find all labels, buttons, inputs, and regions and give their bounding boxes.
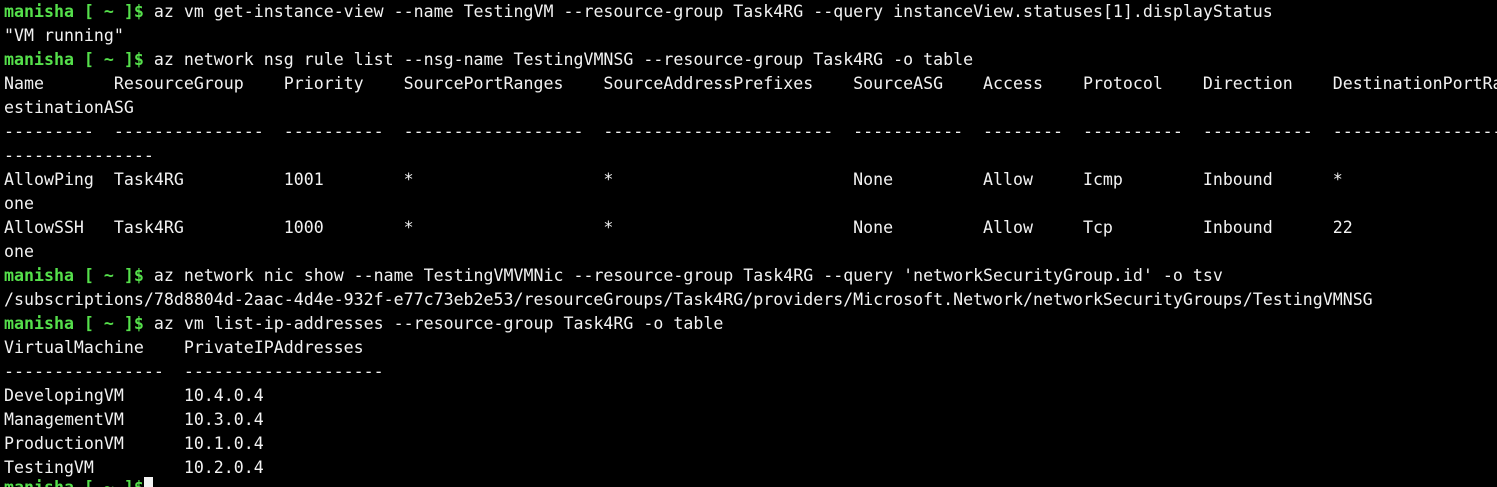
prompt-user: manisha	[4, 2, 74, 21]
terminal-output: manisha [ ~ ]$ az vm get-instance-view -…	[4, 0, 1497, 480]
prompt-user: manisha	[4, 478, 74, 487]
prompt-path: [ ~ ]$	[73, 2, 144, 21]
command-line: manisha [ ~ ]$ az vm get-instance-view -…	[4, 0, 1497, 24]
text-cursor	[143, 477, 153, 487]
prompt-path: [ ~ ]$	[73, 50, 144, 69]
command-text: az network nsg rule list --nsg-name Test…	[143, 50, 974, 69]
output-line: AllowPing Task4RG 1001 * * None Allow Ic…	[4, 168, 1497, 192]
output-line: ProductionVM 10.1.0.4	[4, 432, 1497, 456]
output-text: DevelopingVM 10.4.0.4	[4, 386, 264, 405]
terminal-window[interactable]: manisha [ ~ ]$ az vm get-instance-view -…	[0, 0, 1497, 487]
output-line: ManagementVM 10.3.0.4	[4, 408, 1497, 432]
output-text: /subscriptions/78d8804d-2aac-4d4e-932f-e…	[4, 290, 1373, 309]
command-line: manisha [ ~ ]$ az network nsg rule list …	[4, 48, 1497, 72]
output-line: Name ResourceGroup Priority SourcePortRa…	[4, 72, 1497, 96]
output-text: "VM running"	[4, 26, 124, 45]
prompt-path: [ ~ ]$	[74, 478, 144, 487]
prompt-user: manisha	[4, 50, 74, 69]
output-text: --------- --------------- ---------- ---…	[4, 122, 1497, 141]
prompt-path: [ ~ ]$	[73, 314, 144, 333]
output-text: VirtualMachine PrivateIPAddresses	[4, 338, 364, 357]
command-line: manisha [ ~ ]$ az vm list-ip-addresses -…	[4, 312, 1497, 336]
command-line: manisha [ ~ ]$ az network nic show --nam…	[4, 264, 1497, 288]
output-line: estinationASG	[4, 96, 1497, 120]
output-line: DevelopingVM 10.4.0.4	[4, 384, 1497, 408]
output-line: ---------------- --------------------	[4, 360, 1497, 384]
output-text: one	[4, 194, 34, 213]
command-text: az vm list-ip-addresses --resource-group…	[143, 314, 724, 333]
command-text: az vm get-instance-view --name TestingVM…	[143, 2, 1273, 21]
prompt-user: manisha	[4, 314, 74, 333]
output-line: /subscriptions/78d8804d-2aac-4d4e-932f-e…	[4, 288, 1497, 312]
prompt-user: manisha	[4, 266, 74, 285]
output-text: one	[4, 242, 34, 261]
current-prompt-line[interactable]: manisha [ ~ ]$	[4, 476, 153, 487]
output-line: --------- --------------- ---------- ---…	[4, 120, 1497, 144]
output-text: AllowSSH Task4RG 1000 * * None Allow Tcp…	[4, 218, 1353, 237]
output-line: "VM running"	[4, 24, 1497, 48]
output-text: estinationASG	[4, 98, 134, 117]
output-text: TestingVM 10.2.0.4	[4, 458, 264, 477]
prompt-path: [ ~ ]$	[73, 266, 144, 285]
output-text: ProductionVM 10.1.0.4	[4, 434, 264, 453]
output-line: one	[4, 240, 1497, 264]
output-line: TestingVM 10.2.0.4	[4, 456, 1497, 480]
output-text: Name ResourceGroup Priority SourcePortRa…	[4, 74, 1497, 93]
output-text: AllowPing Task4RG 1001 * * None Allow Ic…	[4, 170, 1343, 189]
output-line: ---------------	[4, 144, 1497, 168]
output-line: VirtualMachine PrivateIPAddresses	[4, 336, 1497, 360]
output-text: ---------------- --------------------	[4, 362, 384, 381]
output-text: ManagementVM 10.3.0.4	[4, 410, 264, 429]
output-line: one	[4, 192, 1497, 216]
output-line: AllowSSH Task4RG 1000 * * None Allow Tcp…	[4, 216, 1497, 240]
command-text: az network nic show --name TestingVMVMNi…	[143, 266, 1223, 285]
output-text: ---------------	[4, 146, 154, 165]
